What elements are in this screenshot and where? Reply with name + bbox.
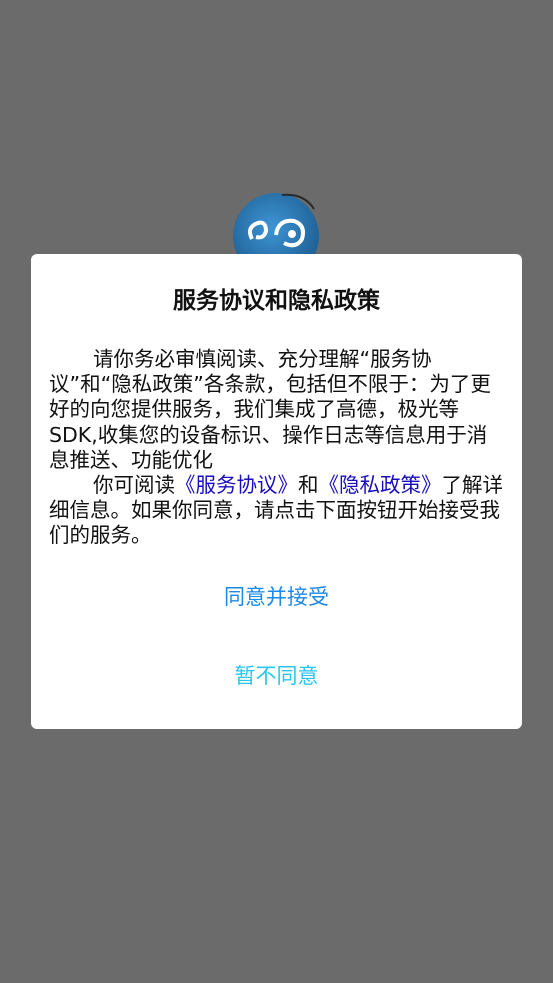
paragraph-2-and: 和 — [298, 473, 319, 498]
service-agreement-link[interactable]: 《服务协议》 — [175, 473, 298, 497]
dialog-title: 服务协议和隐私政策 — [173, 288, 380, 314]
privacy-policy-link[interactable]: 《隐私政策》 — [319, 473, 442, 497]
dialog-body: 请你务必审慎阅读、充分理解“服务协议”和“隐私政策”各条款，包括但不限于：为了更… — [49, 347, 504, 549]
agree-button[interactable]: 同意并接受 — [31, 582, 522, 612]
decline-button[interactable]: 暂不同意 — [31, 661, 522, 691]
paragraph-2-prefix: 你可阅读 — [93, 473, 175, 498]
dialog-paragraph-1: 请你务必审慎阅读、充分理解“服务协议”和“隐私政策”各条款，包括但不限于：为了更… — [49, 347, 491, 472]
app-screen: 服务协议和隐私政策 请你务必审慎阅读、充分理解“服务协议”和“隐私政策”各条款，… — [0, 0, 553, 983]
dialog-paragraph-2: 你可阅读《服务协议》和《隐私政策》了解详细信息。如果你同意，请点击下面按钮开始接… — [49, 473, 504, 549]
